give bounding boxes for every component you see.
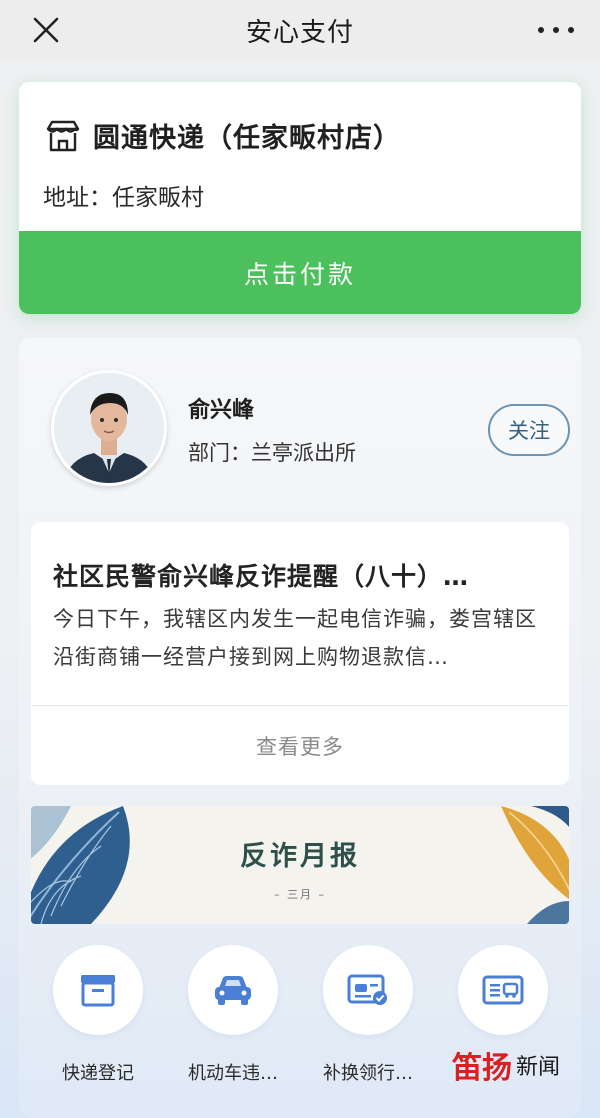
anti-fraud-report-banner[interactable]: 反诈月报 – 三月 –	[31, 806, 569, 924]
store-icon	[46, 120, 80, 151]
merchant-address: 地址：任家畈村	[43, 185, 204, 211]
notice-body: 今日下午，我辖区内发生一起电信诈骗，娄宫辖区沿街商铺一经营户接到网上购物退款信…	[53, 607, 537, 669]
close-icon[interactable]	[30, 14, 62, 46]
service-item[interactable]: 快递登记	[38, 945, 158, 1095]
officer-department: 部门：兰亭派出所	[188, 441, 356, 465]
banner-title: 反诈月报	[240, 841, 360, 872]
service-icon-circle[interactable]	[188, 945, 278, 1035]
package-register-icon	[81, 975, 115, 1007]
service-item[interactable]: 机动车违…	[173, 945, 293, 1095]
top-bar: 安心支付	[0, 0, 600, 60]
license-card-icon	[347, 974, 387, 1005]
notice-title[interactable]: 社区民警俞兴峰反诈提醒（八十）…	[53, 557, 553, 593]
service-icon-circle[interactable]	[53, 945, 143, 1035]
avatar	[51, 370, 167, 486]
service-item[interactable]: 补换领行…	[308, 945, 428, 1095]
service-label: 快递登记	[62, 1063, 134, 1084]
merchant-card: 圆通快递（任家畈村店） 地址：任家畈村 点击付款	[19, 82, 581, 314]
watermark-brand: 笛扬	[452, 1051, 512, 1086]
banner-subtitle: – 三月 –	[274, 888, 326, 901]
follow-button[interactable]: 关注	[488, 404, 570, 456]
watermark-news: 新闻	[516, 1055, 561, 1080]
service-icon-circle[interactable]	[458, 945, 548, 1035]
more-icon[interactable]	[538, 18, 574, 42]
notice-card[interactable]: 社区民警俞兴峰反诈提醒（八十）… 今日下午，我辖区内发生一起电信诈骗，娄宫辖区沿…	[31, 522, 569, 785]
merchant-name: 圆通快递（任家畈村店）	[93, 123, 401, 154]
page-title: 安心支付	[245, 17, 354, 48]
news-watermark-logo: 笛扬 新闻	[452, 1040, 600, 1090]
car-icon	[215, 976, 251, 1005]
pay-button[interactable]: 点击付款	[19, 231, 581, 314]
service-label: 补换领行…	[323, 1063, 413, 1084]
view-more-button[interactable]: 查看更多	[31, 706, 569, 785]
service-icon-circle[interactable]	[323, 945, 413, 1035]
service-label: 机动车违…	[188, 1063, 278, 1084]
merchant-name-row: 圆通快递（任家畈村店）	[45, 116, 401, 155]
vehicle-document-icon	[482, 975, 524, 1005]
officer-name: 俞兴峰	[188, 398, 255, 423]
